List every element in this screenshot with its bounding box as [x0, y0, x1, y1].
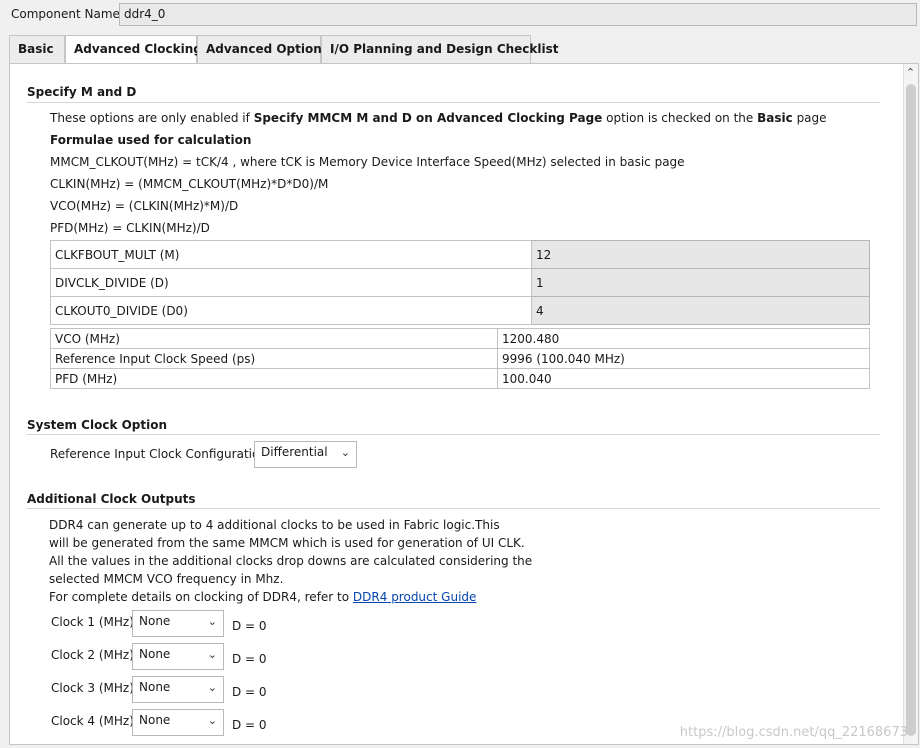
clock-1-select[interactable]: None ⌄: [132, 610, 224, 637]
tab-advanced-clocking[interactable]: Advanced Clocking: [65, 35, 202, 65]
formula-line: VCO(MHz) = (CLKIN(MHz)*M)/D: [50, 199, 239, 213]
additional-desc-line: DDR4 can generate up to 4 additional clo…: [49, 518, 500, 532]
ref-clock-config-value: Differential: [261, 445, 328, 459]
section-title-mmcm: Specify M and D: [27, 85, 137, 99]
vertical-scrollbar[interactable]: ⌃: [903, 64, 918, 744]
chevron-down-icon: ⌄: [207, 681, 217, 694]
clock-1-value: None: [139, 614, 171, 628]
table-row: VCO (MHz) 1200.480: [50, 328, 870, 349]
table-row: Reference Input Clock Speed (ps) 9996 (1…: [50, 348, 870, 369]
tab-advanced-options[interactable]: Advanced Options: [197, 35, 329, 64]
additional-desc-line: selected MMCM VCO frequency in Mhz.: [49, 572, 284, 586]
ref-clock-config-label: Reference Input Clock Configuration: [50, 447, 267, 461]
clock-4-label: Clock 4 (MHz): [51, 714, 134, 728]
chevron-down-icon: ⌄: [207, 648, 217, 661]
clock-4-value: None: [139, 713, 171, 727]
ref-clock-config-select[interactable]: Differential ⌄: [254, 441, 357, 468]
clock-2-label: Clock 2 (MHz): [51, 648, 134, 662]
section-divider: [27, 102, 880, 103]
component-name-row: Component Name ddr4_0: [0, 0, 920, 30]
watermark: https://blog.csdn.net/qq_22168673: [679, 725, 908, 740]
scroll-up-icon[interactable]: ⌃: [903, 66, 918, 80]
clock-4-divide: D = 0: [232, 718, 267, 732]
table-row: PFD (MHz) 100.040: [50, 368, 870, 389]
advanced-clocking-panel: Specify M and D These options are only e…: [9, 63, 919, 745]
tab-io-planning[interactable]: I/O Planning and Design Checklist: [321, 35, 559, 64]
chevron-down-icon: ⌄: [340, 446, 350, 459]
section-title-system-clock: System Clock Option: [27, 418, 168, 432]
clock-1-divide: D = 0: [232, 619, 267, 633]
table-row: CLKOUT0_DIVIDE (D0) 4: [50, 296, 870, 325]
tab-bar: Basic Advanced Clocking Advanced Options…: [9, 35, 919, 65]
section-divider: [27, 434, 880, 435]
result-value: 1200.480: [497, 328, 870, 349]
result-label: VCO (MHz): [50, 328, 498, 349]
formula-line: MMCM_CLKOUT(MHz) = tCK/4 , where tCK is …: [50, 155, 685, 169]
result-label: Reference Input Clock Speed (ps): [50, 348, 498, 369]
mmcm-param-table: CLKFBOUT_MULT (M) 12 DIVCLK_DIVIDE (D) 1…: [50, 240, 870, 325]
scroll-thumb[interactable]: [906, 84, 916, 736]
clkfbout-mult-input[interactable]: 12: [531, 240, 870, 269]
section-title-additional-clocks: Additional Clock Outputs: [27, 492, 196, 506]
clock-3-label: Clock 3 (MHz): [51, 681, 134, 695]
clock-2-value: None: [139, 647, 171, 661]
param-label: CLKOUT0_DIVIDE (D0): [50, 296, 532, 325]
additional-desc-line: will be generated from the same MMCM whi…: [49, 536, 525, 550]
ddr4-product-guide-link[interactable]: DDR4 product Guide: [353, 590, 476, 604]
clock-3-value: None: [139, 680, 171, 694]
param-label: DIVCLK_DIVIDE (D): [50, 268, 532, 297]
mmcm-note: These options are only enabled if Specif…: [50, 111, 827, 125]
clock-1-label: Clock 1 (MHz): [51, 615, 134, 629]
result-label: PFD (MHz): [50, 368, 498, 389]
result-value: 9996 (100.040 MHz): [497, 348, 870, 369]
formula-line: PFD(MHz) = CLKIN(MHz)/D: [50, 221, 210, 235]
divclk-divide-input[interactable]: 1: [531, 268, 870, 297]
formula-line: CLKIN(MHz) = (MMCM_CLKOUT(MHz)*D*D0)/M: [50, 177, 329, 191]
component-name-label: Component Name: [11, 7, 120, 21]
section-divider: [27, 508, 880, 509]
mmcm-results-table: VCO (MHz) 1200.480 Reference Input Clock…: [50, 328, 870, 389]
tab-basic[interactable]: Basic: [9, 35, 65, 64]
component-name-input[interactable]: ddr4_0: [119, 3, 917, 26]
clkout0-divide-input[interactable]: 4: [531, 296, 870, 325]
table-row: CLKFBOUT_MULT (M) 12: [50, 240, 870, 269]
clock-2-divide: D = 0: [232, 652, 267, 666]
result-value: 100.040: [497, 368, 870, 389]
additional-desc-line: All the values in the additional clocks …: [49, 554, 533, 568]
guide-reference: For complete details on clocking of DDR4…: [49, 590, 477, 604]
clock-2-select[interactable]: None ⌄: [132, 643, 224, 670]
table-row: DIVCLK_DIVIDE (D) 1: [50, 268, 870, 297]
clock-3-select[interactable]: None ⌄: [132, 676, 224, 703]
chevron-down-icon: ⌄: [207, 615, 217, 628]
param-label: CLKFBOUT_MULT (M): [50, 240, 532, 269]
clock-3-divide: D = 0: [232, 685, 267, 699]
chevron-down-icon: ⌄: [207, 714, 217, 727]
clock-4-select[interactable]: None ⌄: [132, 709, 224, 736]
formulae-title: Formulae used for calculation: [50, 133, 252, 147]
